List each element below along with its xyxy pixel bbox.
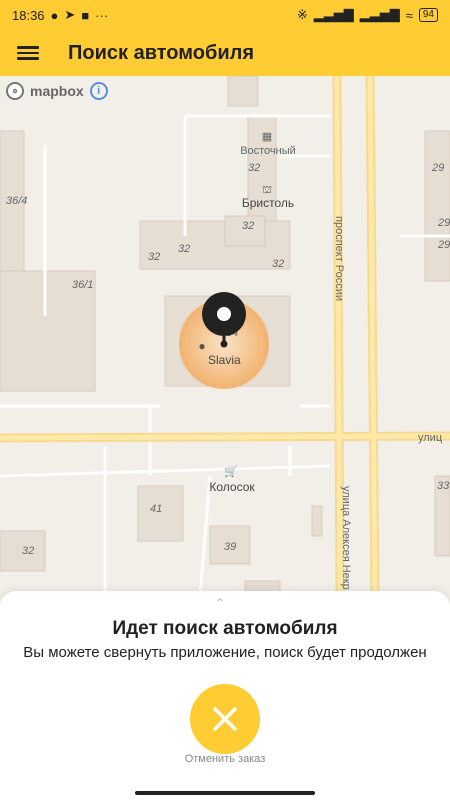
home-indicator[interactable] <box>135 791 315 795</box>
app-notification-icon: ■ <box>81 7 90 23</box>
label-slavia: Slavia <box>208 353 241 367</box>
hamburger-icon <box>17 43 39 63</box>
label-prospekt-rossii: проспект России <box>333 216 345 301</box>
label-house: 36/1 <box>72 279 93 291</box>
menu-button[interactable] <box>0 30 56 76</box>
cancel-order-label: Отменить заказ <box>184 753 266 765</box>
status-bar: 18:36 ● ➤ ■ ··· ※ ▂▃▅▇ ▂▃▅▇ ≈ 94 <box>0 0 450 30</box>
page-title: Поиск автомобиля <box>68 41 254 64</box>
cancel-order-button[interactable] <box>190 684 260 754</box>
building <box>424 130 450 282</box>
bluetooth-icon: ※ <box>296 7 308 22</box>
label-house: 29 <box>437 217 450 229</box>
building <box>227 76 259 107</box>
place-pin-icon: ● <box>198 339 205 353</box>
sheet-title: Идет поиск автомобиля <box>112 618 338 639</box>
signal-2-icon: ▂▃▅▇ <box>359 7 400 22</box>
label-house: 36/4 <box>6 195 27 207</box>
label-house: 32 <box>242 220 254 232</box>
building <box>311 505 323 537</box>
shopping-cart-icon: 🛒 <box>224 465 238 478</box>
signal-icon: ▂▃▅▇ <box>313 7 354 22</box>
label-street-right: улица Алексея Некр <box>340 486 352 590</box>
mapbox-attribution[interactable]: ⚬ mapbox i <box>6 82 108 100</box>
chevron-up-icon[interactable]: ⌃ <box>215 596 225 610</box>
label-house: 33 <box>437 480 450 492</box>
label-house: 32 <box>248 162 260 174</box>
building <box>139 220 291 270</box>
status-time: 18:36 <box>12 7 45 23</box>
store-icon: ⛫ <box>262 184 272 196</box>
more-notifications-icon: ··· <box>95 7 109 23</box>
label-bristol: Бристоль <box>242 196 294 210</box>
wifi-icon: ≈ <box>405 7 413 23</box>
chat-notification-icon: ● <box>50 7 59 23</box>
mapbox-logo-icon: ⚬ <box>6 82 24 100</box>
label-house: 41 <box>150 503 162 515</box>
telegram-icon: ➤ <box>64 7 76 22</box>
label-house: 29 <box>437 239 450 251</box>
label-house: 32 <box>22 545 34 557</box>
info-icon[interactable]: i <box>89 82 108 100</box>
road-inner <box>0 433 450 441</box>
hotel-icon: ▦ <box>262 131 272 143</box>
label-vostochny: Восточный <box>240 145 296 157</box>
label-street: улиц <box>418 432 443 444</box>
label-kolosok: Колосок <box>209 480 255 494</box>
app-bar: Поиск автомобиля <box>0 30 450 76</box>
label-house: 32 <box>148 251 160 263</box>
road-inner <box>334 76 343 597</box>
mapbox-logo-text: mapbox <box>30 83 84 99</box>
sheet-subtitle: Вы можете свернуть приложение, поиск буд… <box>23 644 427 661</box>
label-house: 39 <box>224 541 236 553</box>
label-house: 32 <box>272 258 284 270</box>
label-house: 32 <box>178 243 190 255</box>
label-house: 29 <box>431 162 444 174</box>
close-icon <box>213 707 237 731</box>
bottom-sheet: ⌃ Идет поиск автомобиля Вы можете сверну… <box>0 591 450 800</box>
battery-icon: 94 <box>418 8 438 22</box>
